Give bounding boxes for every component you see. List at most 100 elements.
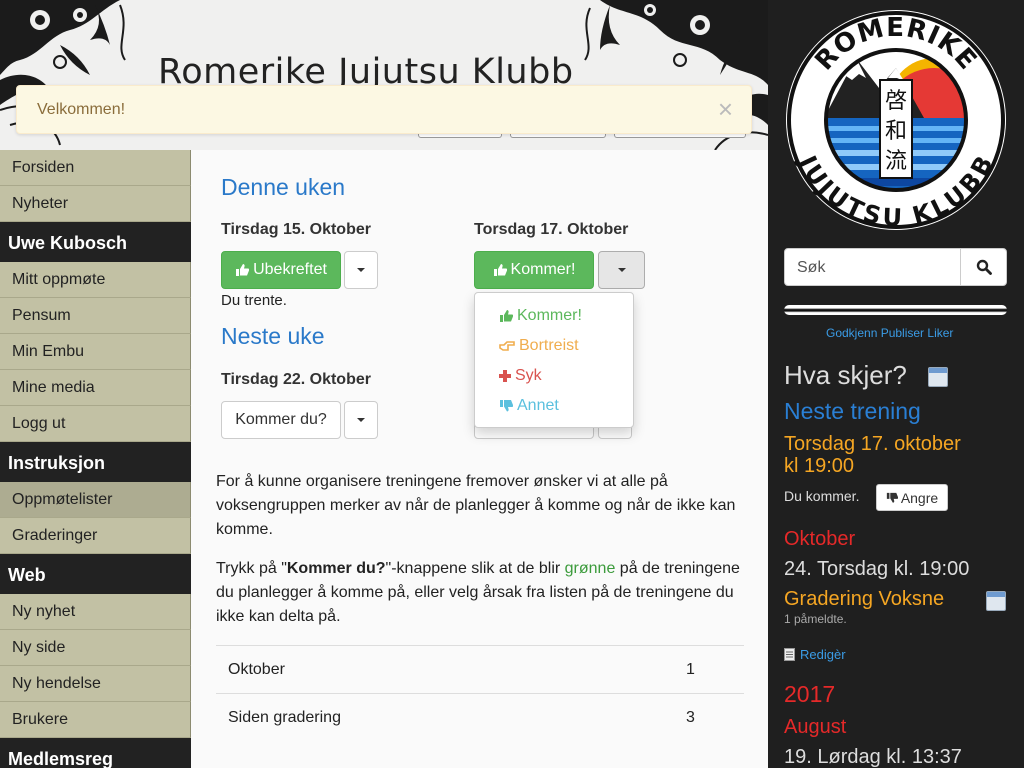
thumbs-up-icon — [500, 310, 513, 322]
thumbs-up-icon — [493, 264, 507, 276]
day-tuesday-15: Tirsdag 15. Oktober — [221, 221, 371, 238]
nav-item-nyheter[interactable]: Nyheter — [0, 186, 191, 222]
dropdown-item-away[interactable]: Bortreist — [499, 337, 579, 355]
edit-label: Redigèr — [800, 647, 846, 662]
next-week-heading: Neste uke — [221, 323, 325, 349]
coming-dropdown-toggle[interactable] — [598, 251, 645, 289]
nav-item-mine-media[interactable]: Mine media — [0, 370, 191, 406]
dropdown-other-label: Annet — [517, 397, 559, 414]
this-week-heading: Denne uken — [221, 174, 346, 200]
para2-green-word: grønne — [564, 560, 616, 577]
thumbs-down-icon — [886, 492, 898, 503]
nav-item-pensum[interactable]: Pensum — [0, 298, 191, 334]
next-training-heading: Neste trening — [784, 398, 921, 424]
club-logo: 啓 和 流 ROMERIKE JUJUTSU KLUBB — [786, 10, 1006, 232]
trained-text: Du trente. — [221, 292, 287, 309]
stats-row: Oktober 1 — [216, 645, 744, 693]
nav-section-user: Uwe Kubosch — [0, 222, 191, 262]
search-icon — [976, 259, 992, 275]
nav-item-graderinger[interactable]: Graderinger — [0, 518, 191, 554]
dropdown-item-coming[interactable]: Kommer! — [499, 307, 582, 325]
nav-item-ny-hendelse[interactable]: Ny hendelse — [0, 666, 191, 702]
stats-label: Siden gradering — [228, 709, 341, 726]
unconfirmed-dropdown-toggle[interactable] — [344, 251, 378, 289]
undo-label: Angre — [900, 489, 939, 506]
nav-item-oppmotelister[interactable]: Oppmøtelister — [0, 482, 191, 518]
welcome-alert: Velkommen! × — [16, 85, 752, 134]
logo-kanji-2: 和 — [885, 119, 907, 144]
stats-value: 1 — [686, 661, 695, 678]
facebook-links[interactable]: Godkjenn Publiser Liker — [826, 326, 953, 340]
dropdown-away-label: Bortreist — [519, 337, 579, 354]
coming-label: Kommer! — [510, 261, 576, 278]
nav-item-ny-side[interactable]: Ny side — [0, 630, 191, 666]
nav-item-brukere[interactable]: Brukere — [0, 702, 191, 738]
unconfirmed-label: Ubekreftet — [253, 261, 327, 278]
main-content: Denne uken Tirsdag 15. Oktober Torsdag 1… — [191, 150, 768, 768]
left-navigation: Forsiden Nyheter Uwe Kubosch Mitt oppmøt… — [0, 150, 191, 768]
stats-row: Siden gradering 3 — [216, 693, 744, 741]
search-button[interactable] — [960, 249, 1006, 285]
dropdown-coming-label: Kommer! — [517, 307, 582, 324]
coming-question-label: Kommer du? — [235, 411, 327, 428]
info-paragraph-1: For å kunne organisere treningene fremov… — [216, 473, 736, 538]
dropdown-item-other[interactable]: Annet — [499, 397, 559, 415]
para2-prefix: Trykk på " — [216, 560, 287, 577]
edit-link[interactable]: Redigèr — [784, 647, 846, 662]
document-icon — [784, 648, 795, 661]
next-training-clock: kl 19:00 — [784, 455, 855, 477]
caret-down-icon — [357, 418, 365, 422]
unconfirmed-button[interactable]: Ubekreftet — [221, 251, 341, 289]
hand-point-icon — [499, 341, 515, 351]
alert-message: Velkommen! — [37, 101, 126, 118]
whats-on-heading: Hva skjer? — [784, 360, 907, 391]
calendar-icon[interactable] — [928, 367, 948, 387]
thumbs-down-icon — [500, 400, 513, 412]
dropdown-sick-label: Syk — [515, 367, 542, 384]
right-sidebar: 啓 和 流 ROMERIKE JUJUTSU KLUBB Søk Godkjen… — [768, 0, 1024, 768]
dropdown-item-sick[interactable]: Syk — [499, 367, 542, 385]
day-tuesday-22: Tirsdag 22. Oktober — [221, 371, 371, 388]
next-training-time[interactable]: Torsdag 17. oktober kl 19:00 — [784, 433, 961, 477]
para2-mid: "-knappene slik at de blir — [385, 560, 565, 577]
caret-down-icon — [357, 268, 365, 272]
nav-section-medlemsreg: Medlemsreg — [0, 738, 191, 768]
facebook-widget-bar — [784, 305, 1007, 315]
stats-value: 3 — [686, 709, 695, 726]
next-training-date: Torsdag 17. oktober — [784, 433, 961, 455]
para2-bold: Kommer du? — [286, 560, 386, 577]
coming-question-dropdown-toggle[interactable] — [344, 401, 378, 439]
nav-item-logg-ut[interactable]: Logg ut — [0, 406, 191, 442]
calendar-icon[interactable] — [986, 591, 1006, 611]
day-thursday-17: Torsdag 17. Oktober — [474, 221, 629, 238]
logo-kanji-3: 流 — [885, 149, 907, 174]
event-date-2: 19. Lørdag kl. 13:37 — [784, 746, 962, 768]
thumbs-up-icon — [236, 264, 250, 276]
stats-label: Oktober — [228, 661, 285, 678]
nav-item-ny-nyhet[interactable]: Ny nyhet — [0, 594, 191, 630]
registered-count: 1 påmeldte. — [784, 612, 847, 626]
close-icon[interactable]: × — [718, 96, 733, 122]
event-date: 24. Torsdag kl. 19:00 — [784, 558, 970, 580]
info-paragraph-2: Trykk på "Kommer du?"-knappene slik at d… — [216, 557, 746, 629]
attendance-dropdown-menu: Kommer! Bortreist Syk Annet — [474, 292, 634, 428]
coming-button[interactable]: Kommer! — [474, 251, 594, 289]
nav-section-web: Web — [0, 554, 191, 594]
month-heading-2: August — [784, 716, 847, 738]
month-heading: Oktober — [784, 528, 856, 550]
search-form: Søk — [784, 248, 1007, 286]
caret-down-icon — [617, 268, 626, 272]
search-input[interactable]: Søk — [797, 259, 825, 277]
you-coming-text: Du kommer. — [784, 488, 860, 504]
logo-kanji-1: 啓 — [885, 89, 907, 114]
whats-on-label: Hva skjer? — [784, 360, 907, 390]
coming-question-button[interactable]: Kommer du? — [221, 401, 341, 439]
nav-section-instruksjon: Instruksjon — [0, 442, 191, 482]
plus-icon — [499, 370, 511, 382]
undo-button[interactable]: Angre — [876, 484, 948, 511]
nav-item-mitt-oppmote[interactable]: Mitt oppmøte — [0, 262, 191, 298]
event-title[interactable]: Gradering Voksne — [784, 588, 944, 611]
year-heading: 2017 — [784, 681, 836, 707]
nav-item-forsiden[interactable]: Forsiden — [0, 150, 191, 186]
nav-item-min-embu[interactable]: Min Embu — [0, 334, 191, 370]
